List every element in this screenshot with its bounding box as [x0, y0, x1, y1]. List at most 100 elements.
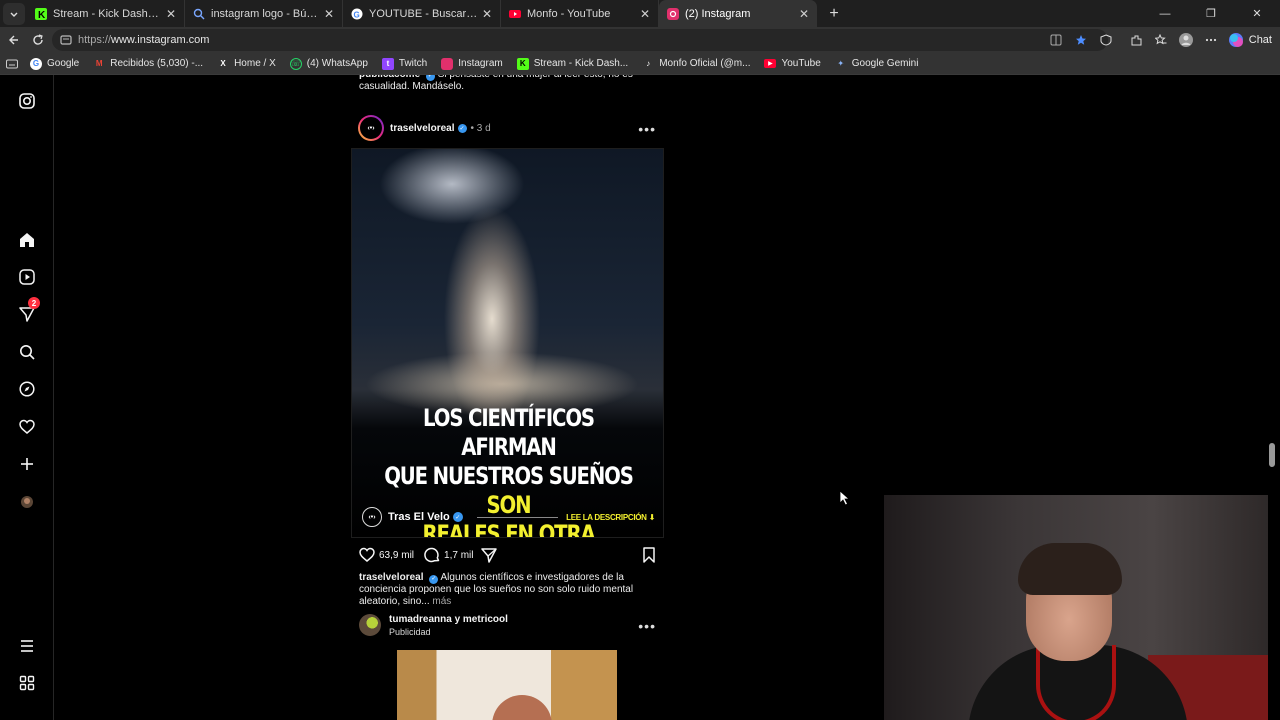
close-window-button[interactable]: ✕ [1234, 0, 1280, 27]
tab-title: Monfo - YouTube [527, 7, 611, 20]
bookmark-tiktok[interactable]: ♪ Monfo Oficial (@m... [642, 58, 750, 70]
bookmarks-bar: G Google M Recibidos (5,030) -... X Home / … [0, 53, 1280, 75]
previous-post-username[interactable]: publicacome [359, 75, 420, 80]
comment-button[interactable]: 1,7 mil [424, 547, 473, 563]
tab-strip: K Stream - Kick Dashboard ✕ instagram lo… [0, 0, 1280, 27]
google-icon: G [30, 57, 42, 70]
share-button[interactable] [481, 547, 498, 563]
gmail-icon: M [95, 59, 103, 68]
bookmark-twitch[interactable]: t Twitch [381, 57, 427, 70]
traselveloreal-logo-icon: ‹•› [360, 117, 382, 139]
tras-el-velo-logo-icon: ‹•› [362, 507, 382, 527]
instagram-icon [667, 7, 679, 20]
heart-icon [359, 547, 375, 562]
tab-kick-dashboard[interactable]: K Stream - Kick Dashboard ✕ [27, 0, 185, 27]
copilot-chat-button[interactable]: Chat [1228, 32, 1272, 48]
bookmark-youtube[interactable]: ▶ YouTube [764, 58, 821, 69]
previous-post-caption: publicacome ✓ Si pensaste en una mujer a… [359, 75, 659, 93]
search-icon[interactable] [17, 342, 37, 362]
bookmark-google[interactable]: G Google [30, 57, 79, 70]
sponsored-avatar[interactable] [359, 614, 381, 636]
sponsored-username[interactable]: tumadreanna y metricool [389, 614, 508, 625]
bookmark-gmail[interactable]: M Recibidos (5,030) -... [93, 58, 203, 70]
tab-instagram-logo-search[interactable]: instagram logo - Búsqueda ✕ [185, 0, 343, 27]
post-avatar[interactable]: ‹•› [358, 115, 384, 141]
favorite-star-icon[interactable] [1069, 28, 1093, 52]
close-tab-icon[interactable]: ✕ [640, 7, 650, 21]
instagram-logo-icon[interactable] [17, 91, 37, 111]
divider-line [476, 516, 559, 518]
extensions-icon[interactable] [1124, 28, 1148, 52]
instagram-page: 2 publicacome ✓ Si pensaste en una mujer… [0, 75, 1280, 720]
caption-more-link[interactable]: más [432, 596, 451, 607]
sponsored-post-image[interactable] [351, 650, 664, 720]
tab-youtube-google-search[interactable]: G YOUTUBE - Buscar con Google ✕ [343, 0, 501, 27]
post-actions: 63,9 mil 1,7 mil [351, 545, 664, 565]
profile-avatar-icon[interactable] [1174, 28, 1198, 52]
instagram-icon [441, 57, 454, 70]
more-menu-icon[interactable] [17, 636, 37, 656]
scrollbar-thumb[interactable] [1269, 443, 1275, 467]
media-cta-text: LEE LA DESCRIPCIÓN ⬇ [566, 512, 655, 522]
webcam-overlay [884, 495, 1268, 720]
notifications-heart-icon[interactable] [17, 417, 37, 437]
new-tab-button[interactable]: + [821, 3, 847, 25]
tab-actions-menu-button[interactable] [3, 2, 25, 25]
verified-badge-icon: ✓ [429, 574, 439, 584]
favorites-icon[interactable] [1149, 28, 1173, 52]
verified-badge-icon: ✓ [452, 512, 463, 522]
bookmark-gemini[interactable]: ✦ Google Gemini [835, 58, 918, 70]
navigation-bar: https://www.instagram.com Chat [0, 27, 1280, 53]
create-plus-icon[interactable] [17, 454, 37, 474]
youtube-icon [509, 8, 521, 20]
bookmarks-menu-button[interactable] [6, 59, 18, 69]
browser-essentials-icon[interactable] [1094, 28, 1118, 52]
close-tab-icon[interactable]: ✕ [324, 7, 334, 21]
bookmark-whatsapp[interactable]: ☏ (4) WhatsApp [289, 57, 368, 70]
split-screen-icon[interactable] [1044, 28, 1068, 52]
post-options-icon[interactable]: ••• [638, 618, 656, 634]
site-info-icon[interactable] [60, 34, 72, 46]
post-options-icon[interactable]: ••• [638, 121, 656, 137]
kick-icon: K [516, 57, 529, 70]
caption-username[interactable]: traselveloreal [359, 572, 424, 583]
reels-icon[interactable] [17, 267, 37, 287]
bookmark-instagram[interactable]: Instagram [441, 57, 503, 70]
settings-more-icon[interactable] [1199, 28, 1223, 52]
post-image-footer: ‹•› Tras El Velo ✓ LEE LA DESCRIPCIÓN ⬇ [362, 507, 655, 527]
close-tab-icon[interactable]: ✕ [482, 7, 492, 21]
svg-text:G: G [354, 10, 360, 19]
explore-compass-icon[interactable] [17, 379, 37, 399]
close-tab-icon[interactable]: ✕ [166, 7, 176, 21]
minimize-button[interactable]: — [1142, 0, 1188, 27]
back-button[interactable] [2, 28, 26, 52]
reload-button[interactable] [26, 28, 50, 52]
media-brand-name: Tras El Velo [388, 511, 450, 523]
tab-instagram[interactable]: (2) Instagram ✕ [659, 0, 817, 27]
arrow-left-icon [9, 35, 18, 45]
keyboard-icon [6, 59, 18, 68]
tiktok-icon: ♪ [646, 59, 651, 68]
messages-icon[interactable]: 2 [17, 297, 40, 324]
also-from-meta-icon[interactable] [17, 673, 37, 693]
google-icon: G [351, 8, 363, 20]
toolbar-right: Chat [1043, 27, 1280, 53]
home-icon[interactable] [17, 230, 37, 250]
post-time: • 3 d [470, 122, 491, 134]
save-button[interactable] [642, 547, 656, 566]
bookmark-x[interactable]: X Home / X [217, 58, 275, 70]
close-tab-icon[interactable]: ✕ [799, 7, 809, 21]
like-button[interactable]: 63,9 mil [359, 547, 414, 563]
youtube-icon: ▶ [764, 59, 777, 68]
post-username[interactable]: traselveloreal [390, 123, 455, 134]
address-input[interactable]: https://www.instagram.com [52, 29, 1108, 51]
tab-monfo-youtube[interactable]: Monfo - YouTube ✕ [501, 0, 659, 27]
page-scrollbar[interactable] [1269, 75, 1275, 720]
restore-button[interactable]: ❐ [1188, 0, 1234, 27]
chat-label: Chat [1248, 34, 1272, 46]
post-image[interactable]: LOS CIENTÍFICOS AFIRMAN QUE NUESTROS SUE… [351, 148, 664, 538]
copilot-icon [1228, 33, 1243, 47]
tab-title: (2) Instagram [685, 7, 751, 20]
bookmark-kick[interactable]: K Stream - Kick Dash... [516, 57, 628, 70]
profile-avatar[interactable] [17, 492, 37, 512]
